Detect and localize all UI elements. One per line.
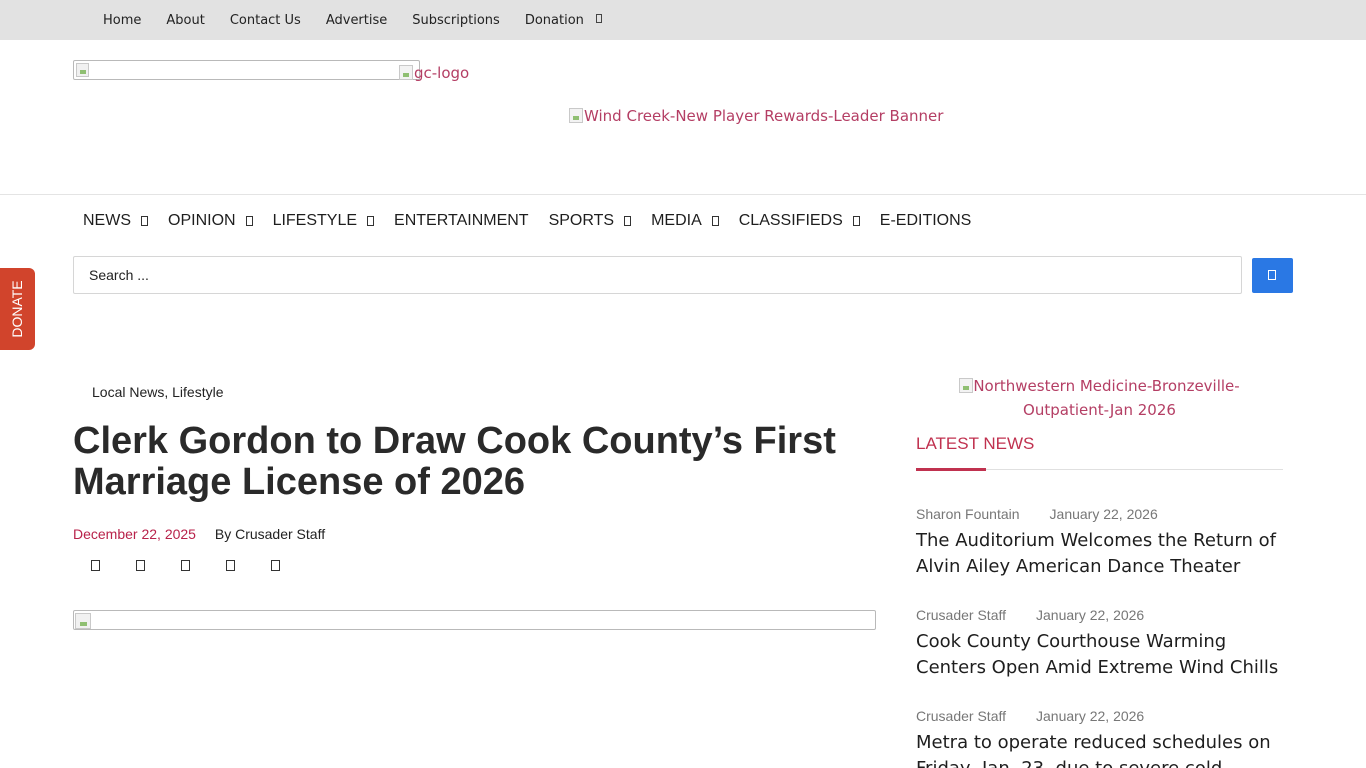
main-nav-entertainment[interactable]: ENTERTAINMENT — [394, 212, 529, 230]
top-nav-subscriptions[interactable]: Subscriptions — [412, 13, 500, 28]
latest-news-underline — [916, 468, 986, 471]
news-item-author[interactable]: Crusader Staff — [916, 708, 1006, 724]
news-item-date[interactable]: January 22, 2026 — [1036, 607, 1144, 623]
latest-news-item: Sharon Fountain January 22, 2026 The Audi… — [916, 506, 1283, 580]
sidebar-ad-alt-text: Northwestern Medicine-Bronzeville-Outpat… — [973, 377, 1240, 419]
top-nav-donation[interactable]: Donation — [525, 13, 602, 28]
article-categories[interactable]: Local News, Lifestyle — [92, 384, 224, 400]
broken-image-icon — [569, 108, 583, 123]
news-item-author[interactable]: Crusader Staff — [916, 607, 1006, 623]
share-icon-3[interactable] — [181, 560, 190, 571]
main-nav-media[interactable]: MEDIA — [651, 212, 719, 230]
chevron-down-icon — [367, 216, 375, 226]
news-item-meta: Crusader Staff January 22, 2026 — [916, 607, 1283, 625]
share-bar — [91, 560, 316, 571]
share-icon-4[interactable] — [226, 560, 235, 571]
sidebar-ad[interactable]: Northwestern Medicine-Bronzeville-Outpat… — [916, 374, 1283, 422]
main-nav-label: MEDIA — [651, 212, 702, 229]
main-nav-label: NEWS — [83, 212, 131, 229]
share-icon-2[interactable] — [136, 560, 145, 571]
broken-image-icon — [959, 378, 974, 393]
site-logo-alt[interactable]: gc-logo — [399, 64, 469, 82]
news-item-title[interactable]: Cook County Courthouse Warming Centers O… — [916, 629, 1283, 681]
search-icon — [1268, 270, 1276, 280]
top-nav: Home About Contact Us Advertise Subscrip… — [103, 0, 627, 40]
chevron-down-icon — [852, 216, 860, 226]
news-item-title[interactable]: The Auditorium Welcomes the Return of Al… — [916, 528, 1283, 580]
article-featured-image — [73, 610, 876, 630]
chevron-down-icon — [711, 216, 719, 226]
main-nav-label: ENTERTAINMENT — [394, 212, 529, 229]
top-nav-advertise[interactable]: Advertise — [326, 13, 387, 28]
article-byline[interactable]: By Crusader Staff — [215, 526, 325, 542]
chevron-down-icon — [624, 216, 632, 226]
broken-image-icon — [75, 613, 91, 629]
main-nav-e-editions[interactable]: E-EDITIONS — [880, 212, 972, 230]
main-nav-label: CLASSIFIEDS — [738, 212, 843, 229]
article-meta: December 22, 2025 By Crusader Staff — [73, 526, 325, 542]
top-nav-contact-us[interactable]: Contact Us — [230, 13, 301, 28]
site-logo-image[interactable] — [73, 60, 420, 80]
top-nav-about[interactable]: About — [166, 13, 204, 28]
search-button[interactable] — [1252, 258, 1293, 293]
broken-image-icon — [76, 63, 89, 77]
leader-banner-ad[interactable]: Wind Creek-New Player Rewards-Leader Ban… — [569, 107, 943, 125]
main-nav-label: LIFESTYLE — [272, 212, 358, 229]
main-nav-label: SPORTS — [548, 212, 615, 229]
search-input[interactable]: Search ... — [73, 256, 1242, 294]
chevron-down-icon — [245, 216, 253, 226]
latest-news-item: Crusader Staff January 22, 2026 Metra to … — [916, 708, 1283, 768]
latest-news-item: Crusader Staff January 22, 2026 Cook Coun… — [916, 607, 1283, 681]
chevron-down-icon — [141, 216, 148, 226]
main-nav-label: OPINION — [168, 212, 236, 229]
broken-image-icon — [399, 65, 413, 80]
news-item-date[interactable]: January 22, 2026 — [1036, 708, 1144, 724]
header-divider — [0, 194, 1366, 195]
latest-news-heading: LATEST NEWS — [916, 434, 1035, 453]
news-item-date[interactable]: January 22, 2026 — [1050, 506, 1158, 522]
main-nav-sports[interactable]: SPORTS — [549, 212, 632, 230]
top-nav-home[interactable]: Home — [103, 13, 141, 28]
main-nav-news[interactable]: NEWS — [83, 212, 148, 230]
main-nav-label: E-EDITIONS — [879, 212, 972, 229]
leader-banner-alt-text: Wind Creek-New Player Rewards-Leader Ban… — [584, 107, 944, 125]
main-nav-lifestyle[interactable]: LIFESTYLE — [272, 212, 375, 230]
donate-tab[interactable]: DONATE — [0, 268, 35, 350]
article-title: Clerk Gordon to Draw Cook County’s First… — [73, 420, 836, 503]
site-logo-alt-text: gc-logo — [414, 64, 470, 82]
article-date[interactable]: December 22, 2025 — [73, 526, 196, 542]
chevron-down-icon — [595, 13, 602, 23]
top-bar: Home About Contact Us Advertise Subscrip… — [0, 0, 1366, 40]
main-nav-opinion[interactable]: OPINION — [168, 212, 253, 230]
news-item-author[interactable]: Sharon Fountain — [916, 506, 1020, 522]
top-nav-donation-label: Donation — [524, 12, 584, 28]
main-nav: NEWS OPINION LIFESTYLE ENTERTAINMENT SPO… — [83, 209, 991, 233]
share-icon-5[interactable] — [271, 560, 280, 571]
main-nav-classifieds[interactable]: CLASSIFIEDS — [739, 212, 860, 230]
news-item-meta: Sharon Fountain January 22, 2026 — [916, 506, 1283, 524]
news-item-title[interactable]: Metra to operate reduced schedules on Fr… — [916, 730, 1283, 768]
donate-tab-label: DONATE — [9, 280, 25, 338]
news-item-meta: Crusader Staff January 22, 2026 — [916, 708, 1283, 726]
share-icon-1[interactable] — [91, 560, 100, 571]
